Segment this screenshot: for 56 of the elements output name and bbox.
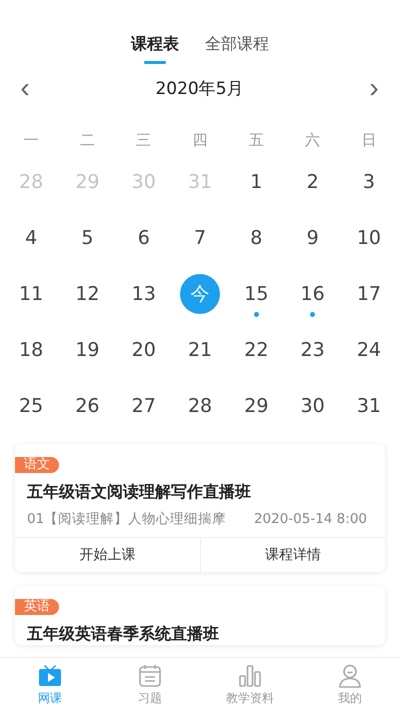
calendar-date[interactable]: 28 xyxy=(180,386,220,426)
tab[interactable]: 课程表 xyxy=(131,34,179,64)
card-button[interactable]: 开始上课 xyxy=(15,538,200,572)
calendar-date[interactable]: 21 xyxy=(180,330,220,370)
person-icon xyxy=(337,663,363,689)
subject-tag: 英语 xyxy=(15,599,59,615)
lesson-time: 2020-05-14 8:00 xyxy=(254,510,367,529)
calendar-date[interactable]: 30 xyxy=(292,386,333,426)
calendar-date[interactable]: 26 xyxy=(67,386,108,426)
calendar-date[interactable]: 10 xyxy=(348,218,389,258)
calendar-date[interactable]: 4 xyxy=(11,218,52,258)
calendar-date[interactable]: 7 xyxy=(180,218,220,258)
calendar-date[interactable]: 6 xyxy=(124,218,164,258)
calendar-date[interactable]: 23 xyxy=(292,330,333,370)
calendar-date[interactable]: 2 xyxy=(292,162,333,202)
tv-icon xyxy=(37,663,63,689)
tab[interactable]: 全部课程 xyxy=(205,34,269,64)
calendar-icon xyxy=(137,663,163,689)
calendar-date[interactable]: 25 xyxy=(11,386,52,426)
calendar-date[interactable]: 3 xyxy=(348,162,389,202)
next-month-button[interactable]: › xyxy=(365,74,383,102)
calendar-date[interactable]: 5 xyxy=(67,218,108,258)
calendar-date[interactable]: 13 xyxy=(124,274,164,314)
calendar-date[interactable]: 27 xyxy=(124,386,164,426)
weekday-label: 二 xyxy=(78,130,96,150)
lesson-name: 01【阅读理解】人物心理细揣摩 xyxy=(27,510,226,529)
weekday-label: 日 xyxy=(360,130,378,150)
course-title: 五年级语文阅读理解写作直播班 xyxy=(27,481,252,503)
calendar-date[interactable]: 19 xyxy=(67,330,108,370)
calendar-date[interactable]: 11 xyxy=(11,274,52,314)
calendar-date[interactable]: 24 xyxy=(348,330,389,370)
bar-chart-icon xyxy=(237,663,263,689)
calendar-date[interactable]: 20 xyxy=(124,330,164,370)
subject-tag: 语文 xyxy=(15,457,59,473)
weekday-label: 五 xyxy=(248,130,265,150)
calendar-date[interactable]: 9 xyxy=(292,218,333,258)
previous-month-button[interactable]: ‹ xyxy=(16,74,34,102)
calendar-date[interactable]: 16 xyxy=(292,274,333,314)
calendar-date[interactable]: 17 xyxy=(348,274,389,314)
course-card[interactable]: 英语 五年级英语春季系统直播班 xyxy=(15,586,385,645)
calendar-date[interactable]: 15 xyxy=(236,274,276,314)
calendar-date[interactable]: 22 xyxy=(236,330,276,370)
weekday-label: 三 xyxy=(135,130,152,150)
calendar-date[interactable]: 18 xyxy=(11,330,52,370)
calendar-date[interactable]: 31 xyxy=(348,386,389,426)
weekday-label: 四 xyxy=(192,130,209,150)
calendar-date[interactable]: 12 xyxy=(67,274,108,314)
card-button[interactable]: 课程详情 xyxy=(200,538,385,572)
month-title: 2020年5月 xyxy=(155,78,244,100)
weekday-label: 六 xyxy=(304,130,322,150)
calendar-date[interactable]: 29 xyxy=(236,386,276,426)
calendar-date[interactable]: 8 xyxy=(236,218,276,258)
course-card[interactable]: 语文 五年级语文阅读理解写作直播班 01【阅读理解】人物心理细揣摩 2020-05-14 8:00 开始上课 课程详情 xyxy=(15,444,385,572)
weekday-label: 一 xyxy=(22,130,40,150)
calendar-date[interactable]: 1 xyxy=(236,162,276,202)
course-title: 五年级英语春季系统直播班 xyxy=(27,623,220,645)
